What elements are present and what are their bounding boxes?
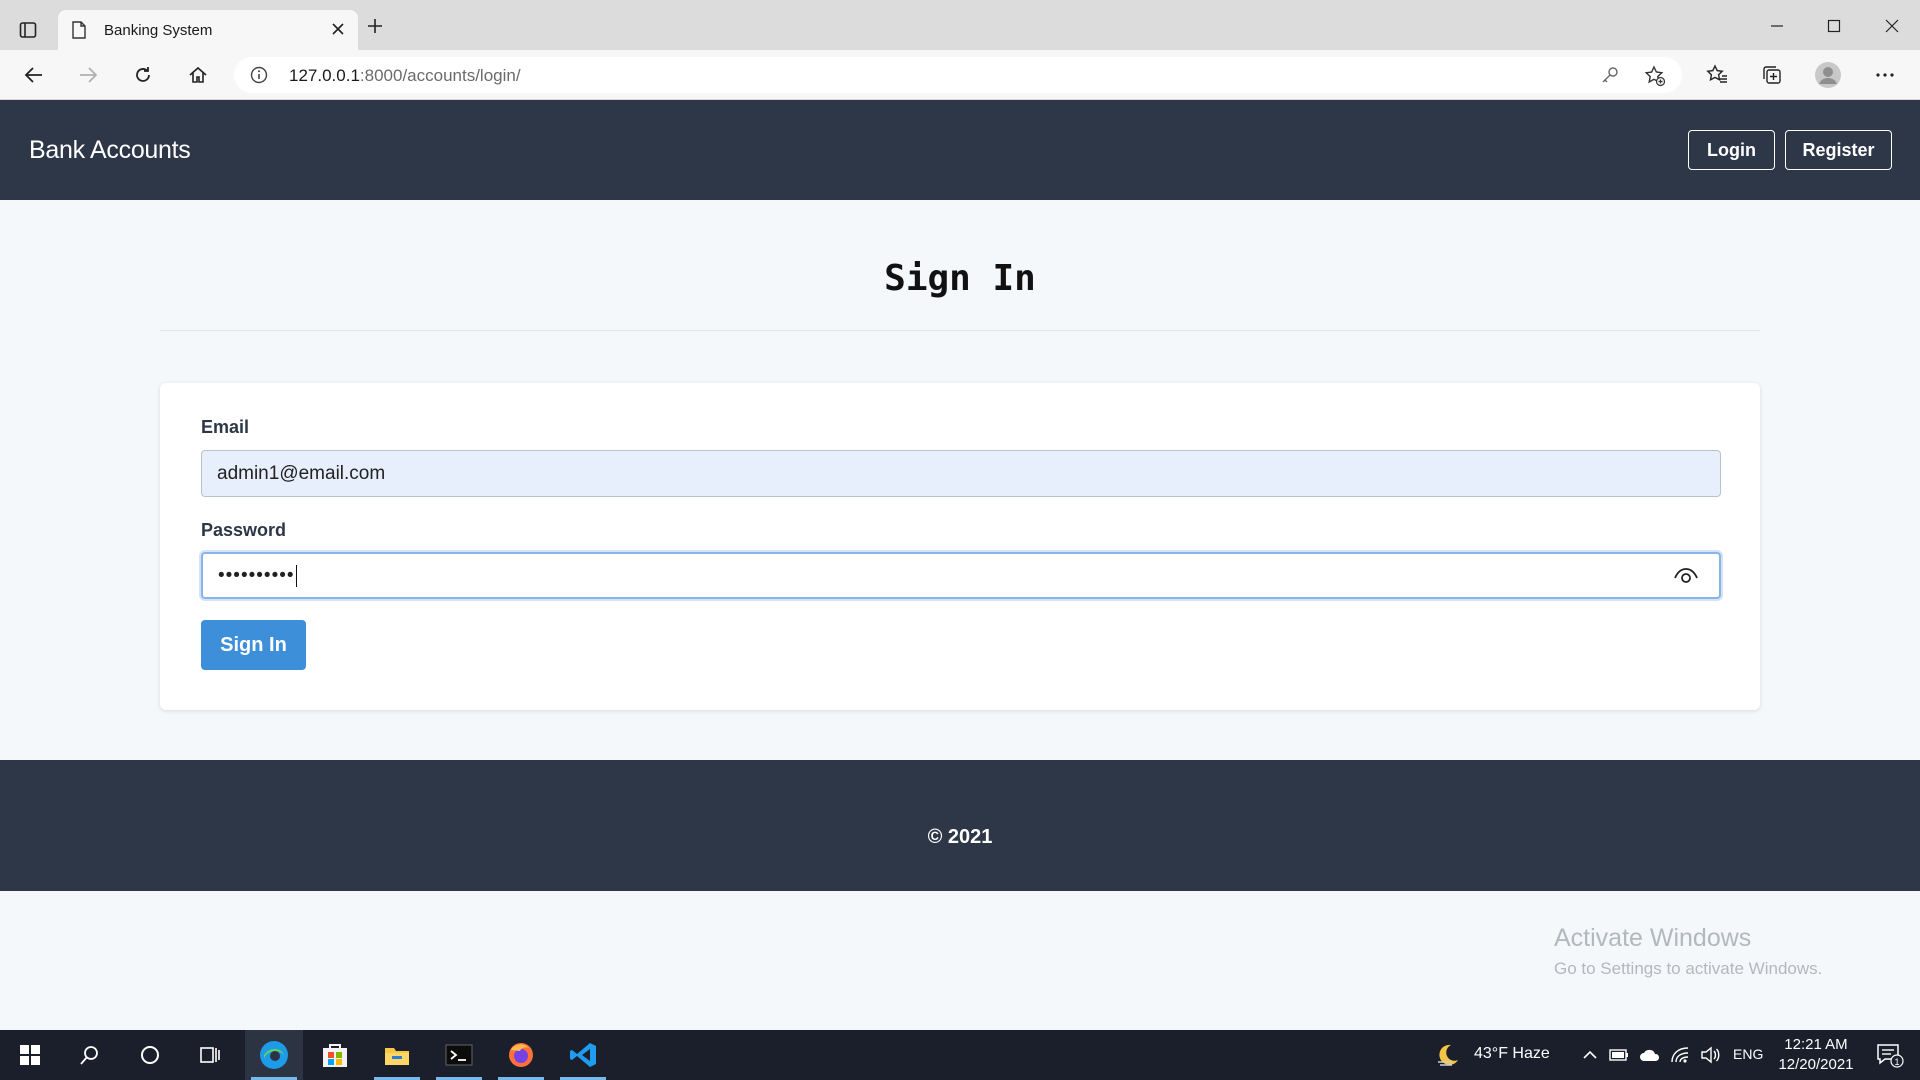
site-info-icon[interactable] <box>250 66 268 89</box>
profile-avatar-icon[interactable] <box>1814 61 1842 89</box>
address-bar[interactable]: 127.0.0.1:8000/accounts/login/ <box>234 57 1682 93</box>
weather-moon-icon[interactable] <box>1433 1030 1463 1080</box>
url-host: 127.0.0.1 <box>289 66 360 85</box>
sign-in-button[interactable]: Sign In <box>201 620 306 670</box>
copyright-text: © 2021 <box>927 826 993 848</box>
minimize-icon[interactable] <box>1763 12 1791 40</box>
show-hidden-icons-chevron-icon[interactable] <box>1580 1030 1600 1080</box>
email-field[interactable]: admin1@email.com <box>201 450 1721 497</box>
add-favorite-icon[interactable] <box>1644 65 1666 92</box>
site-footer: © 2021 <box>0 760 1920 891</box>
password-field[interactable]: •••••••••• <box>201 552 1721 599</box>
sign-in-form: Email admin1@email.com Password ••••••••… <box>160 383 1760 710</box>
file-explorer-icon[interactable] <box>368 1030 426 1080</box>
activate-windows-watermark: Activate Windows Go to Settings to activ… <box>1554 924 1822 979</box>
favorites-icon[interactable] <box>1703 61 1731 89</box>
browser-toolbar: 127.0.0.1:8000/accounts/login/ <box>0 50 1920 100</box>
clock-time: 12:21 AM <box>1784 1036 1848 1053</box>
email-value: admin1@email.com <box>217 462 386 484</box>
new-tab-icon[interactable] <box>366 17 384 40</box>
language-indicator[interactable]: ENG <box>1733 1046 1763 1062</box>
home-icon[interactable] <box>184 61 212 89</box>
volume-icon[interactable] <box>1698 1030 1722 1080</box>
notification-center-icon[interactable]: 1 <box>1870 1030 1910 1080</box>
onedrive-cloud-icon[interactable] <box>1638 1030 1662 1080</box>
brand-link[interactable]: Bank Accounts <box>29 136 191 165</box>
start-windows-icon[interactable] <box>10 1030 50 1080</box>
weather-text[interactable]: 43°F Haze <box>1474 1045 1550 1063</box>
browser-tab[interactable]: Banking System <box>58 10 358 50</box>
show-password-eye-icon[interactable] <box>1673 566 1699 592</box>
close-tab-icon[interactable] <box>330 21 346 42</box>
microsoft-store-icon[interactable] <box>306 1030 364 1080</box>
text-caret <box>295 564 298 587</box>
tab-title: Banking System <box>104 22 213 39</box>
login-button[interactable]: Login <box>1688 130 1775 170</box>
search-icon[interactable] <box>70 1030 110 1080</box>
forward-icon[interactable] <box>74 61 102 89</box>
vscode-icon[interactable] <box>554 1030 612 1080</box>
wifi-icon[interactable] <box>1668 1030 1692 1080</box>
maximize-icon[interactable] <box>1820 12 1848 40</box>
back-icon[interactable] <box>20 61 48 89</box>
edge-browser-icon[interactable] <box>245 1030 303 1080</box>
page-title: Sign In <box>884 258 1036 299</box>
register-button[interactable]: Register <box>1785 130 1892 170</box>
page-icon <box>72 21 86 44</box>
cortana-icon[interactable] <box>130 1030 170 1080</box>
browser-tab-bar: Banking System <box>0 0 1920 50</box>
clock-date: 12/20/2021 <box>1778 1056 1854 1073</box>
url-path: :8000/accounts/login/ <box>359 66 521 85</box>
refresh-icon[interactable] <box>129 61 157 89</box>
tab-actions-icon[interactable] <box>14 16 42 44</box>
close-window-icon[interactable] <box>1878 12 1906 40</box>
windows-taskbar: 43°F Haze ENG 12:21 AM 12/20/2021 1 <box>0 1030 1920 1080</box>
battery-icon[interactable] <box>1608 1030 1630 1080</box>
url-text: 127.0.0.1:8000/accounts/login/ <box>289 66 521 86</box>
notification-count: 1 <box>1894 1057 1899 1067</box>
taskbar-clock[interactable]: 12:21 AM 12/20/2021 <box>1766 1035 1866 1075</box>
divider <box>160 330 1760 331</box>
watermark-title: Activate Windows <box>1554 924 1752 952</box>
watermark-subtitle: Go to Settings to activate Windows. <box>1554 959 1823 978</box>
site-navbar: Bank Accounts Login Register <box>0 100 1920 200</box>
password-key-icon[interactable] <box>1600 65 1620 90</box>
email-label: Email <box>201 417 250 437</box>
firefox-icon[interactable] <box>492 1030 550 1080</box>
terminal-icon[interactable] <box>430 1030 488 1080</box>
password-label: Password <box>201 520 287 540</box>
collections-icon[interactable] <box>1758 61 1786 89</box>
password-value: •••••••••• <box>218 564 295 586</box>
more-menu-icon[interactable] <box>1871 61 1899 89</box>
task-view-icon[interactable] <box>190 1030 230 1080</box>
